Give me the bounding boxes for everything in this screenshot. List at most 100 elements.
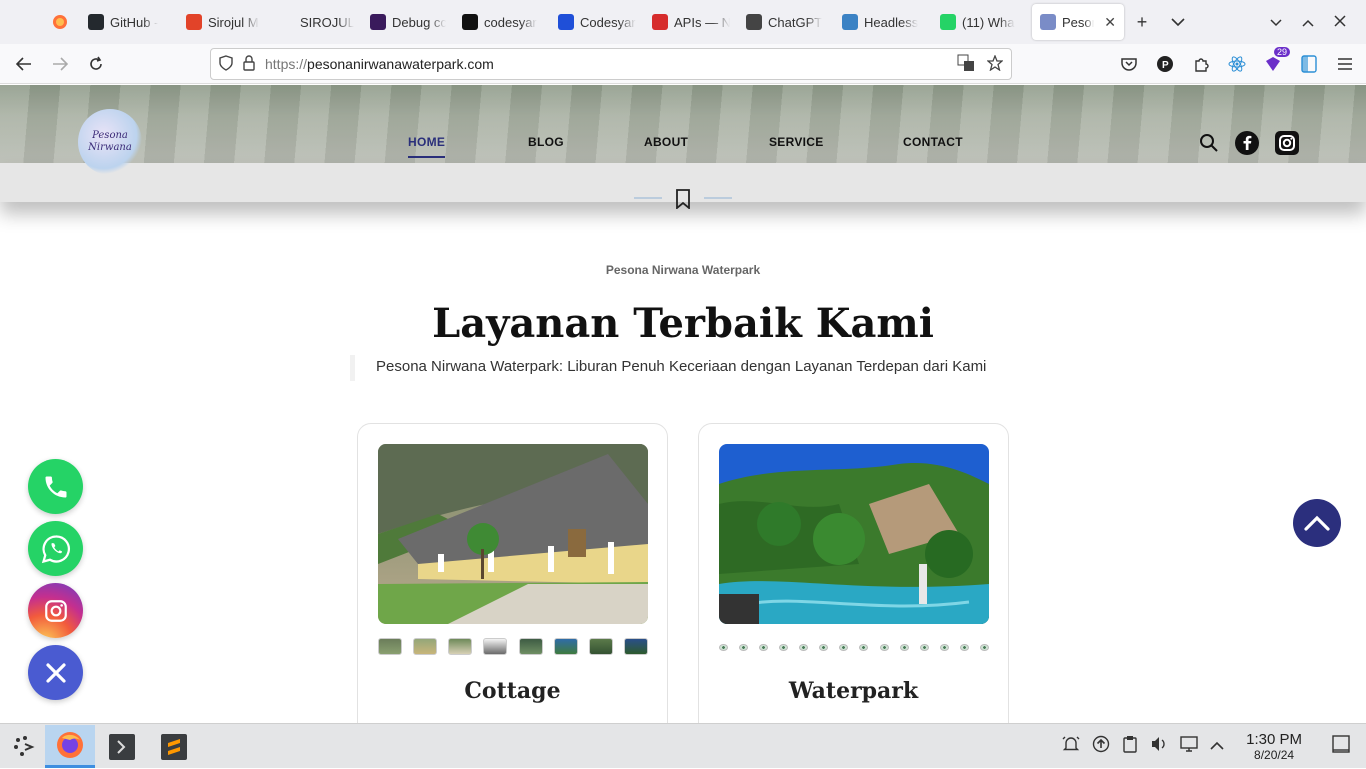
section-title: Layanan Terbaik Kami <box>432 300 934 347</box>
browser-tab[interactable]: GitHub - <box>80 4 178 40</box>
cottage-thumbnail[interactable] <box>483 638 508 655</box>
tracking-protection-icon[interactable] <box>219 54 233 74</box>
maximize-icon[interactable] <box>1294 14 1322 30</box>
updates-icon[interactable] <box>1092 735 1110 758</box>
browser-tab[interactable]: Headless <box>834 4 932 40</box>
browser-tab[interactable]: SIROJUL MU <box>270 4 362 40</box>
translate-icon[interactable] <box>957 54 975 75</box>
waterpark-pagination-dot[interactable] <box>799 644 809 651</box>
tab-title: (11) Wha <box>962 14 1015 30</box>
browser-tab[interactable]: APIs — N <box>644 4 738 40</box>
waterpark-pagination-dot[interactable] <box>719 644 728 651</box>
waterpark-pagination-dot[interactable] <box>979 644 989 651</box>
bookmark-ribbon-icon <box>675 189 691 210</box>
forward-button[interactable] <box>42 46 78 82</box>
profile-p-icon[interactable]: P <box>1154 53 1176 75</box>
taskbar-firefox[interactable] <box>45 725 95 768</box>
instagram-header-icon[interactable] <box>1275 131 1299 160</box>
tray-expand-icon[interactable] <box>1210 738 1224 756</box>
waterpark-pagination-dot[interactable] <box>919 644 929 651</box>
waterpark-photo[interactable] <box>719 444 989 624</box>
extensions-puzzle-icon[interactable] <box>1190 53 1212 75</box>
scroll-to-top-button[interactable] <box>1293 499 1341 547</box>
taskbar-terminal[interactable] <box>97 725 147 768</box>
waterpark-pagination-dot[interactable] <box>819 644 829 651</box>
cottage-thumbnail[interactable] <box>623 638 648 655</box>
waterpark-pagination-dot[interactable] <box>839 644 849 651</box>
show-desktop-icon[interactable] <box>1332 735 1350 758</box>
firefox-view-icon[interactable] <box>40 0 80 44</box>
menu-home[interactable]: HOME <box>408 135 446 158</box>
app-menu-icon[interactable] <box>1334 53 1356 75</box>
network-icon[interactable] <box>1180 735 1198 758</box>
clipboard-icon[interactable] <box>1122 735 1138 758</box>
volume-icon[interactable] <box>1150 735 1168 758</box>
back-button[interactable] <box>6 46 42 82</box>
waterpark-pagination-dot[interactable] <box>859 644 869 651</box>
debug-icon <box>370 14 386 30</box>
os-taskbar: 1:30 PM 8/20/24 <box>0 723 1366 768</box>
cottage-thumbnail[interactable] <box>378 638 402 655</box>
close-window-icon[interactable] <box>1326 14 1354 30</box>
waterpark-pagination-dot[interactable] <box>759 644 769 651</box>
waterpark-pagination-dot[interactable] <box>959 644 969 651</box>
whatsapp-button[interactable] <box>28 521 83 576</box>
close-contact-menu-button[interactable] <box>28 645 83 700</box>
menu-about[interactable]: ABOUT <box>644 135 688 149</box>
cottage-thumbnail[interactable] <box>518 638 543 655</box>
chatgpt-icon <box>746 14 762 30</box>
new-tab-button[interactable]: + <box>1124 4 1160 40</box>
site-logo[interactable]: Pesona Nirwana <box>78 109 142 175</box>
sidebar-toggle-icon[interactable] <box>1298 53 1320 75</box>
cottage-photo[interactable] <box>378 444 648 624</box>
clock[interactable]: 1:30 PM 8/20/24 <box>1246 731 1302 762</box>
browser-tab[interactable]: Codesyar <box>550 4 644 40</box>
waterpark-pagination-dot[interactable] <box>779 644 789 651</box>
site-logo-text: Pesona Nirwana <box>88 130 132 153</box>
react-devtools-icon[interactable] <box>1226 53 1248 75</box>
notifications-icon[interactable] <box>1062 735 1080 758</box>
minimize-icon[interactable] <box>1262 14 1290 30</box>
pocket-icon[interactable] <box>1118 53 1140 75</box>
browser-tab[interactable]: ChatGPT <box>738 4 834 40</box>
header-icons <box>1199 131 1299 160</box>
browser-tab[interactable]: codesyar <box>454 4 550 40</box>
codesyar-arrow-icon <box>558 14 574 30</box>
browser-tab[interactable]: Debug cc <box>362 4 454 40</box>
waterpark-pagination-dot[interactable] <box>879 644 889 651</box>
waterpark-pagination-dot[interactable] <box>899 644 909 651</box>
github-icon <box>88 14 104 30</box>
cottage-thumbnail[interactable] <box>448 638 473 655</box>
lock-icon[interactable] <box>243 54 255 74</box>
cottage-thumbnail[interactable] <box>413 638 438 655</box>
service-card-cottage[interactable]: Cottage <box>357 423 668 723</box>
taskbar-sublime[interactable] <box>149 725 199 768</box>
waterpark-pagination-dot[interactable] <box>739 644 749 651</box>
waterpark-pagination-dots <box>719 644 989 651</box>
cottage-thumbnail[interactable] <box>588 638 613 655</box>
bookmark-star-icon[interactable] <box>986 53 1004 74</box>
phone-call-button[interactable] <box>28 459 83 514</box>
section-subtitle: Pesona Nirwana Waterpark: Liburan Penuh … <box>376 358 987 375</box>
cottage-thumbnail[interactable] <box>553 638 578 655</box>
browser-tab[interactable]: Sirojul M <box>178 4 270 40</box>
window-controls <box>1262 0 1366 44</box>
list-all-tabs-button[interactable] <box>1160 4 1196 40</box>
facebook-icon[interactable] <box>1235 131 1259 160</box>
headless-icon <box>842 14 858 30</box>
browser-tab[interactable]: Peson ✕ <box>1032 4 1124 40</box>
browser-tab[interactable]: (11) Wha <box>932 4 1028 40</box>
extension-badge-icon[interactable]: 29 <box>1262 47 1290 75</box>
app-launcher-button[interactable] <box>0 725 50 768</box>
address-bar[interactable]: https://pesonanirwanawaterpark.com <box>210 48 1012 80</box>
instagram-button[interactable] <box>28 583 83 638</box>
reload-button[interactable] <box>78 46 114 82</box>
waterpark-pagination-dot[interactable] <box>939 644 949 651</box>
service-card-waterpark[interactable]: Waterpark <box>698 423 1009 723</box>
menu-blog[interactable]: BLOG <box>528 135 564 149</box>
search-icon[interactable] <box>1199 133 1219 158</box>
menu-contact[interactable]: CONTACT <box>903 135 963 149</box>
url-host: pesonanirwanawaterpark.com <box>307 56 494 72</box>
menu-service[interactable]: SERVICE <box>769 135 824 149</box>
close-tab-icon[interactable]: ✕ <box>1104 14 1116 31</box>
